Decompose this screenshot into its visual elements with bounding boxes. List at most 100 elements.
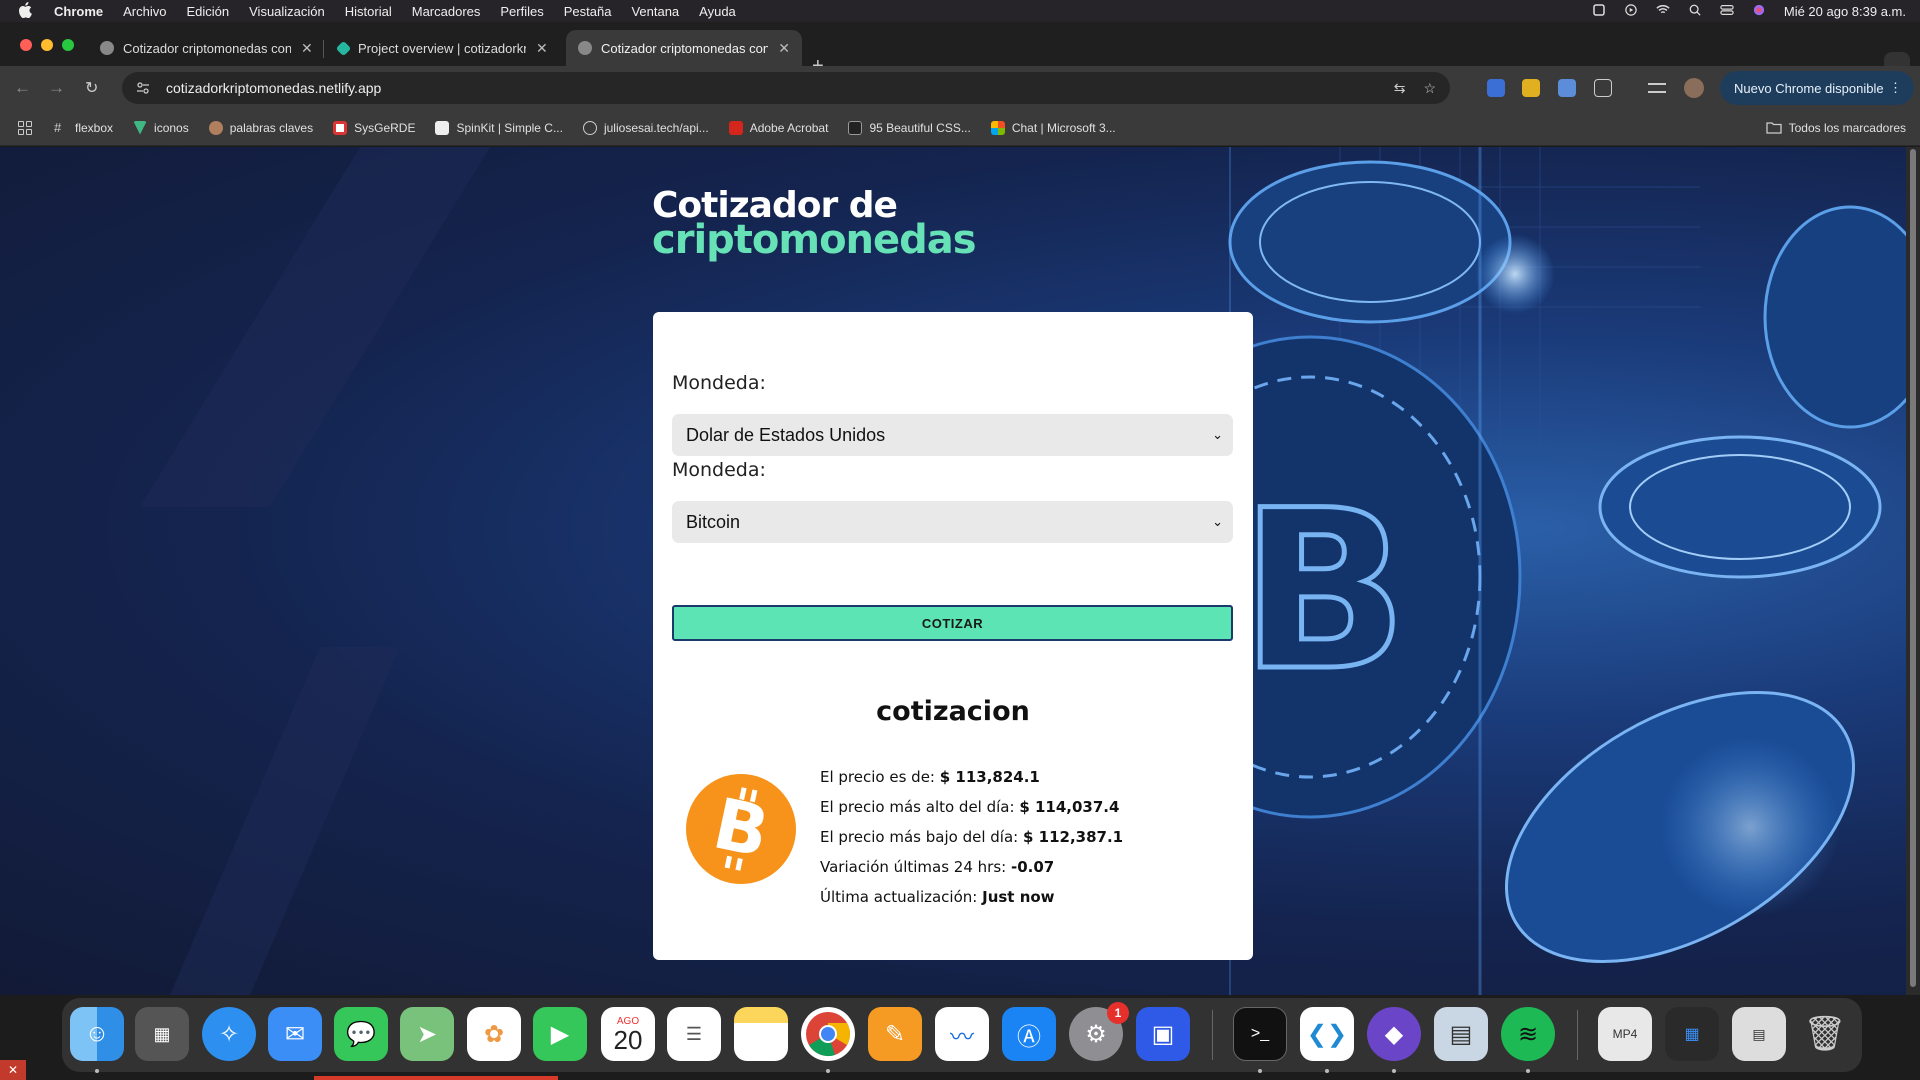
result-label: El precio más alto del día: xyxy=(820,798,1020,816)
close-tab-icon[interactable]: ✕ xyxy=(536,40,548,57)
bookmark-label: 95 Beautiful CSS... xyxy=(869,120,971,135)
extensions-puzzle-icon[interactable] xyxy=(1594,79,1612,97)
result-label: Última actualización: xyxy=(820,888,983,906)
spotlight-search-icon[interactable] xyxy=(1688,4,1702,19)
back-arrow-icon[interactable]: ← xyxy=(14,78,31,98)
result-label: El precio es de: xyxy=(820,768,940,786)
menu-archivo[interactable]: Archivo xyxy=(123,4,166,19)
safari-icon[interactable]: ✧ xyxy=(202,1007,256,1061)
page-scrollbar[interactable] xyxy=(1906,147,1920,995)
menu-pestana[interactable]: Pestaña xyxy=(564,4,612,19)
currency-select[interactable]: Dolar de Estados Unidos ⌄ xyxy=(672,414,1233,456)
apps-grid-icon[interactable] xyxy=(18,120,32,135)
bookmark-item[interactable]: 95 Beautiful CSS... xyxy=(848,120,971,135)
close-window-button[interactable] xyxy=(20,39,32,51)
trash-icon[interactable]: 🗑 xyxy=(1798,1007,1852,1061)
bookmark-item[interactable]: # flexbox xyxy=(54,120,113,135)
terminal-icon[interactable]: >_ xyxy=(1233,1007,1287,1061)
mp4-file-icon[interactable]: MP4 xyxy=(1598,1007,1652,1061)
bookmark-item[interactable]: Adobe Acrobat xyxy=(728,120,829,135)
extension-icon[interactable] xyxy=(1487,79,1505,97)
play-icon[interactable] xyxy=(1624,3,1638,19)
close-tab-icon[interactable]: ✕ xyxy=(301,40,313,57)
messages-icon[interactable]: 💬 xyxy=(334,1007,388,1061)
preview-icon[interactable]: ▤ xyxy=(1434,1007,1488,1061)
minimize-window-button[interactable] xyxy=(41,39,53,51)
bookmark-item[interactable]: juliosesai.tech/api... xyxy=(582,120,709,135)
calendar-icon[interactable]: AGO 20 xyxy=(601,1007,655,1061)
bookmark-label: Adobe Acrobat xyxy=(749,120,829,135)
menu-historial[interactable]: Historial xyxy=(345,4,392,19)
mail-icon[interactable]: ✉ xyxy=(268,1007,322,1061)
vscode-icon[interactable]: ❮❯ xyxy=(1300,1007,1354,1061)
bookmarks-bar: # flexbox iconos palabras claves SysGeRDE… xyxy=(0,110,1920,146)
app-store-icon[interactable]: Ⓐ xyxy=(1002,1007,1056,1061)
menu-marcadores[interactable]: Marcadores xyxy=(412,4,481,19)
menu-app-name[interactable]: Chrome xyxy=(54,4,103,19)
chrome-update-button[interactable]: Nuevo Chrome disponible ⋮ xyxy=(1720,71,1914,105)
extension-icon[interactable] xyxy=(1558,79,1576,97)
result-title: cotizacion xyxy=(876,696,1030,727)
css-site-icon xyxy=(848,120,863,135)
scrollbar-thumb[interactable] xyxy=(1910,149,1916,987)
cotizar-button[interactable]: COTIZAR xyxy=(672,605,1233,641)
tab-divider xyxy=(323,40,324,58)
browser-tab[interactable]: Project overview | cotizadorkr ✕ xyxy=(326,30,560,66)
profile-avatar[interactable] xyxy=(1684,78,1704,98)
kebab-menu-icon[interactable]: ⋮ xyxy=(1889,80,1902,96)
documents-stack-icon[interactable]: ▤ xyxy=(1732,1007,1786,1061)
translate-icon[interactable]: ⇆ xyxy=(1394,80,1406,97)
close-tab-icon[interactable]: ✕ xyxy=(778,40,790,57)
menu-ventana[interactable]: Ventana xyxy=(631,4,679,19)
apple-icon[interactable] xyxy=(18,1,38,21)
finder-icon[interactable]: ☺ xyxy=(70,1007,124,1061)
status-app-icon[interactable] xyxy=(1592,3,1606,19)
roblox-studio-icon[interactable]: ▣ xyxy=(1136,1007,1190,1061)
all-bookmarks-folder[interactable]: Todos los marcadores xyxy=(1765,121,1906,135)
chrome-icon[interactable] xyxy=(801,1007,855,1061)
browser-tab[interactable]: Cotizador criptomonedas con ✕ xyxy=(88,30,325,66)
reload-icon[interactable]: ↻ xyxy=(85,78,98,98)
menu-visualizacion[interactable]: Visualización xyxy=(249,4,325,19)
address-bar[interactable]: cotizadorkriptomonedas.netlify.app ⇆ ☆ xyxy=(122,72,1450,104)
menu-ayuda[interactable]: Ayuda xyxy=(699,4,736,19)
launchpad-icon[interactable]: ▦ xyxy=(135,1007,189,1061)
siri-icon[interactable] xyxy=(1752,4,1766,19)
menu-perfiles[interactable]: Perfiles xyxy=(500,4,543,19)
chevron-down-icon: ⌄ xyxy=(1212,514,1223,529)
notes-icon[interactable] xyxy=(734,1007,788,1061)
bookmark-item[interactable]: Chat | Microsoft 3... xyxy=(990,120,1116,135)
reminders-icon[interactable]: ☰ xyxy=(667,1007,721,1061)
currency-label: Mondeda: xyxy=(672,372,766,394)
forward-arrow-icon[interactable]: → xyxy=(48,78,65,98)
result-label: El precio más bajo del día: xyxy=(820,828,1023,846)
zoom-window-button[interactable] xyxy=(62,39,74,51)
browser-tab-active[interactable]: Cotizador criptomonedas con ✕ xyxy=(566,30,802,66)
extension-icon[interactable] xyxy=(1522,79,1540,97)
chevron-down-icon: ⌄ xyxy=(1212,427,1223,442)
photos-icon[interactable]: ✿ xyxy=(467,1007,521,1061)
maps-icon[interactable]: ➤ xyxy=(400,1007,454,1061)
menu-edicion[interactable]: Edición xyxy=(186,4,229,19)
obsidian-icon[interactable]: ◆ xyxy=(1367,1007,1421,1061)
bookmark-item[interactable]: palabras claves xyxy=(208,120,313,135)
wifi-icon[interactable] xyxy=(1656,4,1670,19)
bookmark-star-icon[interactable]: ☆ xyxy=(1423,80,1436,97)
menubar-clock[interactable]: Mié 20 ago 8:39 a.m. xyxy=(1784,4,1906,19)
control-center-icon[interactable] xyxy=(1720,4,1734,19)
result-change-24h: Variación últimas 24 hrs: -0.07 xyxy=(820,858,1054,876)
pages-icon[interactable]: ✎ xyxy=(868,1007,922,1061)
site-info-icon[interactable] xyxy=(136,82,150,94)
freeform-icon[interactable]: 〰 xyxy=(935,1007,989,1061)
bookmark-item[interactable]: SpinKit | Simple C... xyxy=(435,120,563,135)
vscode-remote-status-icon[interactable]: ✕ xyxy=(0,1060,26,1080)
bookmark-item[interactable]: iconos xyxy=(133,120,189,135)
downloads-stack-icon[interactable]: ▦ xyxy=(1665,1007,1719,1061)
running-indicator xyxy=(95,1069,99,1073)
facetime-icon[interactable]: ▶ xyxy=(533,1007,587,1061)
url-text[interactable]: cotizadorkriptomonedas.netlify.app xyxy=(166,80,381,96)
spotify-icon[interactable]: ≋ xyxy=(1501,1007,1555,1061)
reading-list-icon[interactable] xyxy=(1648,83,1666,93)
crypto-select[interactable]: Bitcoin ⌄ xyxy=(672,501,1233,543)
bookmark-item[interactable]: SysGeRDE xyxy=(333,120,415,135)
